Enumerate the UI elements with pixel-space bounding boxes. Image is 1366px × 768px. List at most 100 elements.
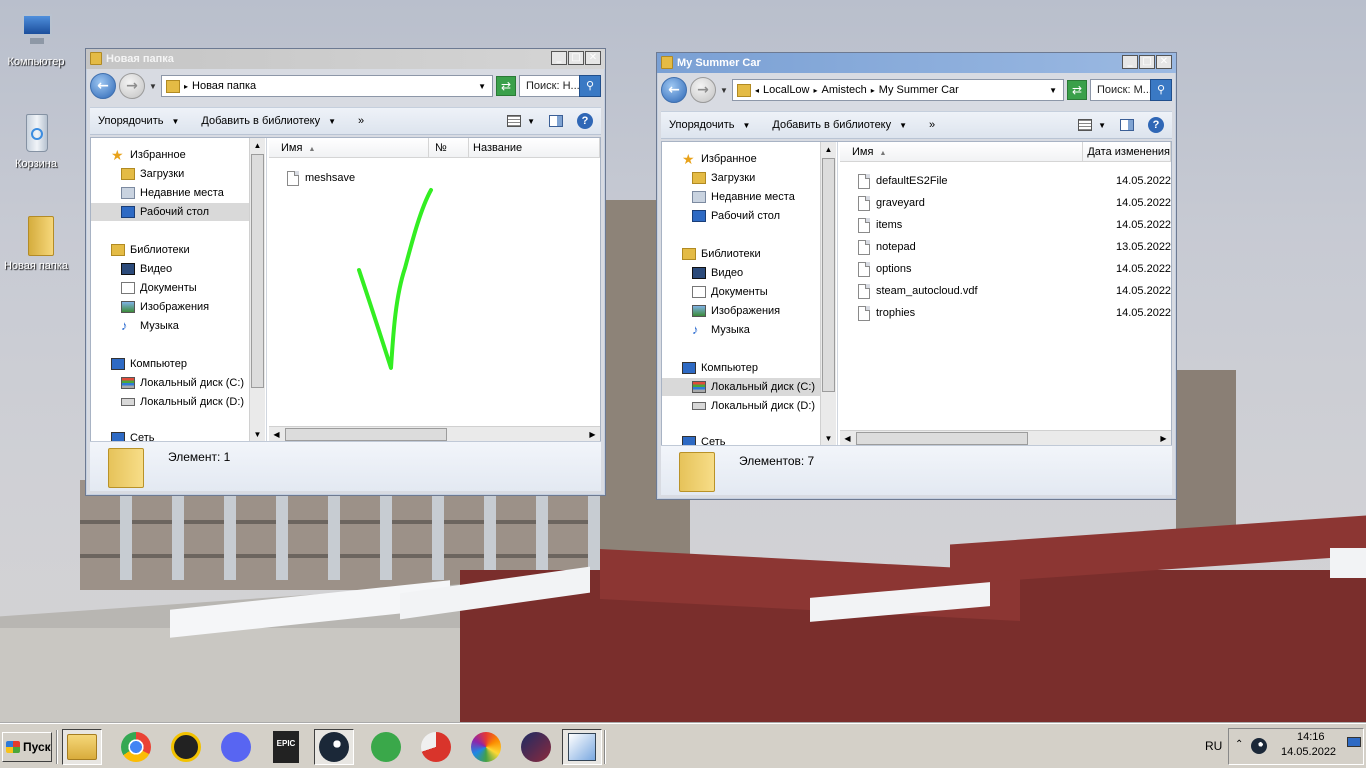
- add-to-library-button[interactable]: Добавить в библиотеку ▼: [201, 115, 336, 127]
- more-commands-button[interactable]: »: [358, 115, 364, 127]
- scroll-up-arrow[interactable]: ▲: [821, 142, 836, 157]
- scroll-thumb[interactable]: [822, 158, 835, 392]
- scroll-thumb[interactable]: [856, 432, 1028, 445]
- taskbar-affinity[interactable]: [516, 729, 556, 765]
- nav-favorites[interactable]: ★ Избранное: [682, 150, 757, 168]
- nav-recent-places[interactable]: Недавние места: [121, 184, 224, 202]
- taskbar-paint[interactable]: [562, 729, 602, 765]
- nav-vertical-scrollbar[interactable]: ▲ ▼: [249, 138, 265, 442]
- history-dropdown[interactable]: ▼: [719, 86, 729, 95]
- desktop-icon-new-folder[interactable]: Новая папка: [0, 214, 72, 272]
- desktop-icon-recycle-bin[interactable]: Корзина: [0, 112, 72, 170]
- taskbar-discord[interactable]: [216, 729, 256, 765]
- nav-desktop[interactable]: Рабочий стол: [692, 207, 780, 225]
- nav-documents[interactable]: Документы: [692, 283, 768, 301]
- search-icon[interactable]: ⚲: [1150, 79, 1172, 101]
- tray-expand-icon[interactable]: ⌃: [1235, 739, 1243, 750]
- add-to-library-button[interactable]: Добавить в библиотеку ▼: [772, 119, 907, 131]
- scroll-down-arrow[interactable]: ▼: [821, 431, 836, 446]
- nav-music[interactable]: ♪ Музыка: [121, 317, 179, 335]
- breadcrumb-item[interactable]: Amistech: [822, 84, 867, 96]
- nav-recent-places[interactable]: Недавние места: [692, 188, 795, 206]
- view-dropdown[interactable]: ▼: [1098, 121, 1106, 130]
- view-dropdown[interactable]: ▼: [527, 117, 535, 126]
- forward-button[interactable]: →: [690, 77, 716, 103]
- address-dropdown[interactable]: ▼: [1049, 86, 1057, 95]
- search-input[interactable]: Поиск: Н... ⚲: [519, 75, 601, 97]
- help-icon[interactable]: ?: [577, 113, 593, 129]
- column-date-modified[interactable]: Дата изменения: [1083, 142, 1171, 162]
- nav-pictures[interactable]: Изображения: [692, 302, 780, 320]
- organize-button[interactable]: Упорядочить ▼: [98, 115, 179, 127]
- back-button[interactable]: ←: [90, 73, 116, 99]
- nav-documents[interactable]: Документы: [121, 279, 197, 297]
- explorer-window-new-folder[interactable]: Новая папка _ □ ✕ ← → ▼ ▸ Новая папка ▼ …: [85, 48, 606, 496]
- preview-pane-icon[interactable]: [549, 115, 563, 127]
- nav-downloads[interactable]: Загрузки: [121, 165, 184, 183]
- scroll-left-arrow[interactable]: ◀: [840, 431, 855, 446]
- nav-favorites[interactable]: ★ Избранное: [111, 146, 186, 164]
- title-bar[interactable]: Новая папка _ □ ✕: [86, 49, 605, 69]
- organize-button[interactable]: Упорядочить ▼: [669, 119, 750, 131]
- nav-computer[interactable]: Компьютер: [682, 359, 758, 377]
- minimize-button[interactable]: _: [551, 51, 567, 65]
- search-input[interactable]: Поиск: M... ⚲: [1090, 79, 1172, 101]
- taskbar-arc[interactable]: [166, 729, 206, 765]
- more-commands-button[interactable]: »: [929, 119, 935, 131]
- search-icon[interactable]: ⚲: [579, 75, 601, 97]
- close-button[interactable]: ✕: [585, 51, 601, 65]
- taskbar-epic-games[interactable]: EPIC: [266, 729, 306, 765]
- nav-video[interactable]: Видео: [121, 260, 172, 278]
- taskbar-vpn[interactable]: [366, 729, 406, 765]
- file-row[interactable]: meshsave: [287, 168, 355, 188]
- nav-desktop[interactable]: Рабочий стол: [91, 203, 249, 221]
- maximize-button[interactable]: □: [1139, 55, 1155, 69]
- breadcrumb-item[interactable]: LocalLow: [763, 84, 809, 96]
- nav-video[interactable]: Видео: [692, 264, 743, 282]
- horizontal-scrollbar[interactable]: ◀ ▶: [269, 426, 600, 442]
- column-name[interactable]: Имя ▲: [840, 142, 1084, 162]
- nav-disk-c[interactable]: Локальный диск (C:): [121, 374, 244, 392]
- address-bar[interactable]: ◂ LocalLow ▸ Amistech ▸ My Summer Car ▼: [732, 79, 1064, 101]
- scroll-thumb[interactable]: [285, 428, 447, 441]
- breadcrumb-item[interactable]: My Summer Car: [879, 84, 959, 96]
- language-indicator[interactable]: RU: [1205, 739, 1222, 753]
- forward-button[interactable]: →: [119, 73, 145, 99]
- clock-date[interactable]: 14.05.2022: [1281, 746, 1336, 758]
- clock-time[interactable]: 14:16: [1297, 731, 1325, 743]
- file-row[interactable]: items: [858, 215, 902, 235]
- nav-computer[interactable]: Компьютер: [111, 355, 187, 373]
- taskbar-chrome[interactable]: [116, 729, 156, 765]
- maximize-button[interactable]: □: [568, 51, 584, 65]
- address-bar[interactable]: ▸ Новая папка ▼: [161, 75, 493, 97]
- nav-disk-d[interactable]: Локальный диск (D:): [692, 397, 815, 415]
- column-number[interactable]: №: [429, 138, 469, 158]
- nav-downloads[interactable]: Загрузки: [692, 169, 755, 187]
- scroll-right-arrow[interactable]: ▶: [1156, 431, 1171, 446]
- minimize-button[interactable]: _: [1122, 55, 1138, 69]
- breadcrumb-item[interactable]: Новая папка: [192, 80, 256, 92]
- horizontal-scrollbar[interactable]: ◀ ▶: [840, 430, 1171, 446]
- explorer-window-my-summer-car[interactable]: My Summer Car _ □ ✕ ← → ▼ ◂ LocalLow ▸ A…: [656, 52, 1177, 500]
- scroll-right-arrow[interactable]: ▶: [585, 427, 600, 442]
- file-row[interactable]: graveyard: [858, 193, 925, 213]
- nav-pictures[interactable]: Изображения: [121, 298, 209, 316]
- preview-pane-icon[interactable]: [1120, 119, 1134, 131]
- nav-music[interactable]: ♪ Музыка: [692, 321, 750, 339]
- view-options-icon[interactable]: [507, 115, 522, 127]
- taskbar-steam[interactable]: [314, 729, 354, 765]
- file-row[interactable]: trophies: [858, 303, 915, 323]
- refresh-button[interactable]: ⇄: [496, 76, 516, 96]
- file-row[interactable]: notepad: [858, 237, 916, 257]
- file-row[interactable]: steam_autocloud.vdf: [858, 281, 978, 301]
- column-name[interactable]: Имя ▲: [269, 138, 429, 158]
- desktop-icon-computer[interactable]: Компьютер: [0, 10, 72, 68]
- file-row[interactable]: defaultES2File: [858, 171, 948, 191]
- help-icon[interactable]: ?: [1148, 117, 1164, 133]
- nav-libraries[interactable]: Библиотеки: [111, 241, 190, 259]
- nav-libraries[interactable]: Библиотеки: [682, 245, 761, 263]
- column-title[interactable]: Название: [469, 138, 600, 158]
- steam-tray-icon[interactable]: [1251, 738, 1267, 754]
- refresh-button[interactable]: ⇄: [1067, 80, 1087, 100]
- nav-disk-d[interactable]: Локальный диск (D:): [121, 393, 244, 411]
